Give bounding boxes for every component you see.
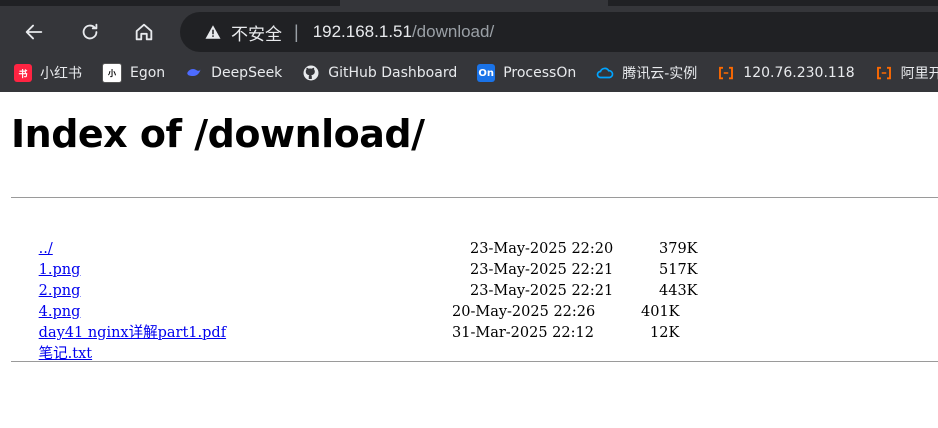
- aliyun-icon: [717, 64, 735, 82]
- file-date: 23-May-2025 22:20: [470, 241, 614, 257]
- bookmark-label: 腾讯云-实例: [622, 66, 698, 82]
- bookmarks-bar: 书 小红书 小 Egon DeepSeek GitHub Dashboard O…: [0, 58, 938, 88]
- list-item: 1.png 23-May-2025 22:20 379K: [11, 239, 698, 278]
- url-host[interactable]: 192.168.1.51: [313, 22, 412, 42]
- list-item: ../: [11, 218, 226, 257]
- list-item: day41 nginx详解part1.pdf 20-May-2025 22:26…: [11, 302, 680, 341]
- file-size: 443K: [659, 283, 698, 299]
- bookmark-label: 阿里开: [900, 66, 938, 82]
- bookmark-processon[interactable]: On ProcessOn: [477, 64, 576, 82]
- bookmark-egon[interactable]: 小 Egon: [102, 63, 165, 83]
- tab-strip: [0, 0, 340, 6]
- file-size: 379K: [659, 241, 698, 257]
- file-link[interactable]: 笔记.txt: [39, 346, 92, 362]
- file-date: 31-Mar-2025 22:12: [452, 325, 594, 341]
- list-item: 4.png 23-May-2025 22:21 443K: [11, 281, 698, 320]
- bookmark-label: 120.76.230.118: [743, 65, 855, 81]
- bookmark-label: Egon: [130, 65, 166, 81]
- omnibox-divider: |: [294, 21, 299, 42]
- bookmark-deepseek[interactable]: DeepSeek: [185, 64, 282, 82]
- github-icon: [302, 64, 320, 82]
- file-size: 401K: [641, 304, 680, 320]
- warning-icon[interactable]: [204, 23, 222, 41]
- deepseek-icon: [185, 64, 203, 82]
- browser-chrome: 不安全 | 192.168.1.51/download/ 书 小红书 小 Ego…: [0, 0, 938, 92]
- home-button[interactable]: [128, 16, 160, 48]
- reload-button[interactable]: [74, 16, 106, 48]
- home-icon: [135, 23, 153, 41]
- file-listing: ../ 1.png 23-May-2025 22:20 379K 2.png 2…: [11, 218, 698, 362]
- file-size: 517K: [659, 262, 698, 278]
- file-date: 23-May-2025 22:21: [470, 283, 614, 299]
- address-bar[interactable]: 不安全 | 192.168.1.51/download/: [180, 12, 938, 52]
- back-arrow-icon: [25, 24, 43, 40]
- xiaohongshu-icon: 书: [14, 64, 32, 82]
- bookmark-ip[interactable]: 120.76.230.118: [717, 64, 855, 82]
- page-title: Index of /download/: [11, 112, 425, 156]
- tencent-cloud-icon: [596, 64, 614, 82]
- bookmark-tencent-cloud[interactable]: 腾讯云-实例: [596, 63, 697, 83]
- list-item: 2.png 23-May-2025 22:21 517K: [11, 260, 698, 299]
- tab-strip: [608, 0, 938, 6]
- file-date: 23-May-2025 22:21: [470, 262, 614, 278]
- security-status-label[interactable]: 不安全: [231, 20, 282, 45]
- reload-icon: [82, 23, 98, 40]
- back-button[interactable]: [18, 16, 50, 48]
- bookmark-label: ProcessOn: [503, 65, 577, 81]
- navigation-bar: 不安全 | 192.168.1.51/download/: [0, 10, 938, 54]
- aliyun-icon: [875, 64, 893, 82]
- url-path[interactable]: /download/: [412, 22, 494, 42]
- header-divider: [11, 197, 938, 198]
- file-size: 12K: [650, 325, 680, 341]
- egon-icon: 小: [102, 63, 122, 83]
- bookmark-label: GitHub Dashboard: [328, 65, 458, 81]
- file-date: 20-May-2025 22:26: [452, 304, 596, 320]
- bookmark-label: 小红书: [40, 66, 82, 82]
- bookmark-label: DeepSeek: [211, 65, 283, 81]
- bookmark-aliyun[interactable]: 阿里开: [875, 63, 938, 83]
- footer-divider: [11, 361, 938, 362]
- list-item: 笔记.txt 31-Mar-2025 22:12 12K: [11, 323, 680, 362]
- bookmark-github[interactable]: GitHub Dashboard: [302, 64, 457, 82]
- processon-icon: On: [477, 64, 496, 82]
- bookmark-xiaohongshu[interactable]: 书 小红书: [14, 63, 82, 83]
